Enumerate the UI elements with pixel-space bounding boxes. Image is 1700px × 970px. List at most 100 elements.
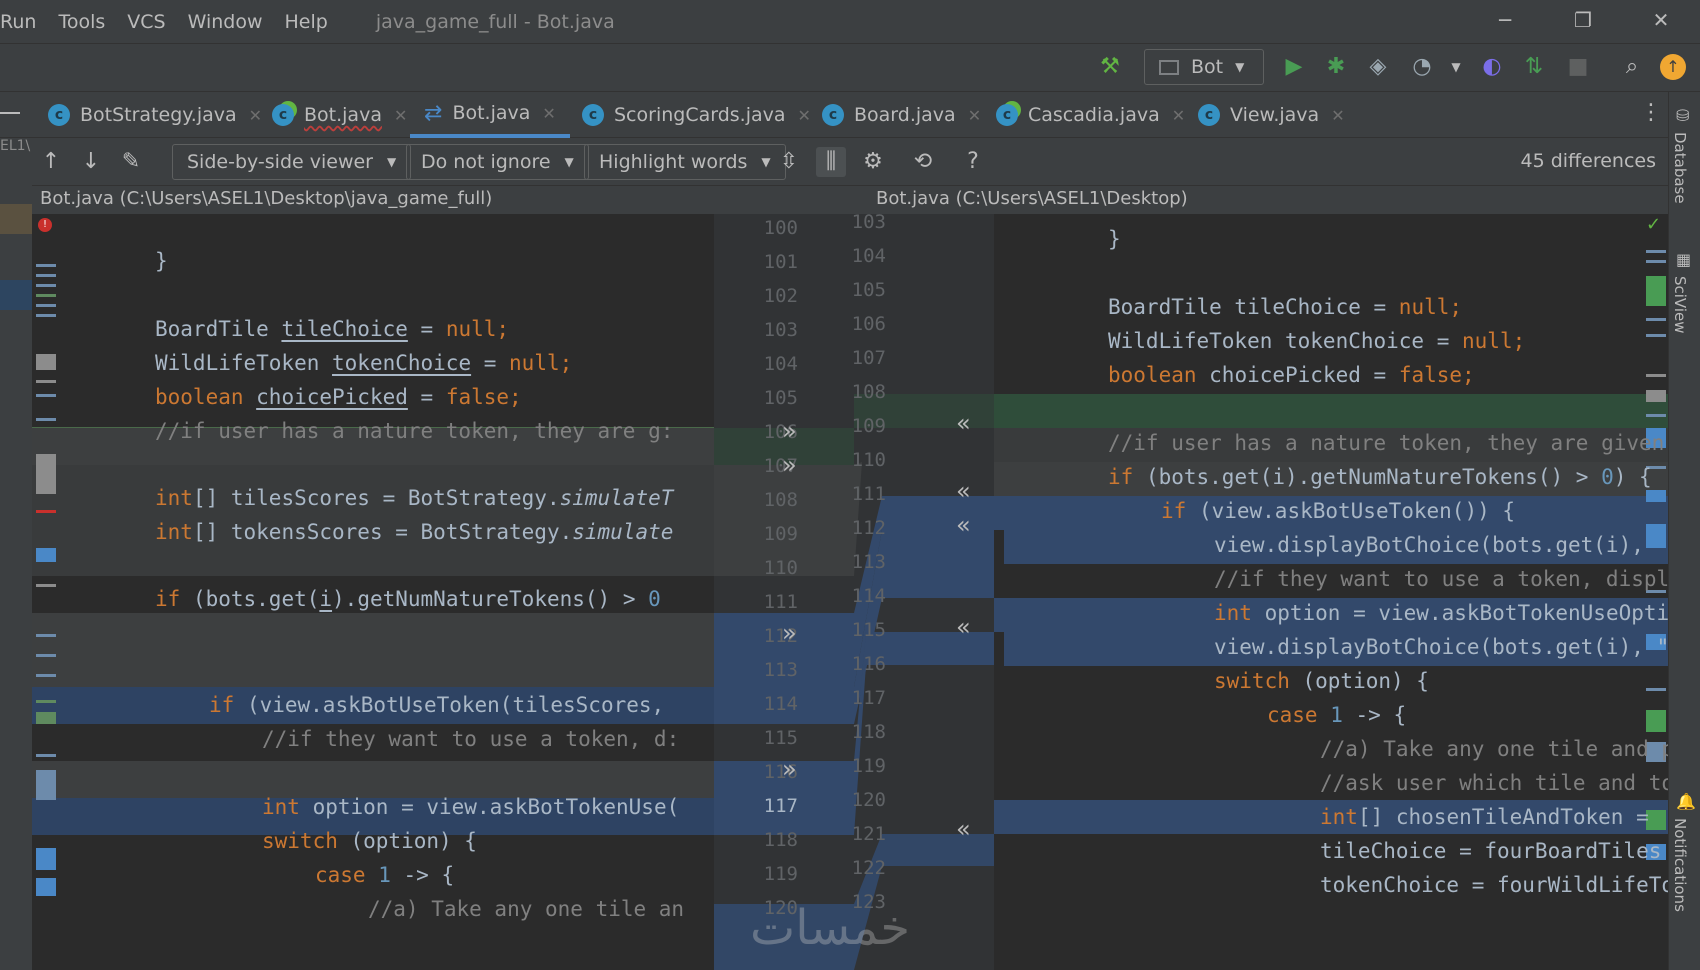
close-tab-icon[interactable]: ✕ xyxy=(394,106,407,125)
marker xyxy=(36,548,56,562)
right-file-path: Bot.java (C:\Users\ASEL1\Desktop) xyxy=(876,188,1188,209)
right-line-number: 105 xyxy=(851,279,886,301)
apply-left-icon[interactable]: « xyxy=(956,609,971,646)
code-line: } xyxy=(1108,227,1121,251)
right-editor-pane[interactable]: ✓ } BoardTile tileChoice = null; WildLif… xyxy=(994,214,1668,970)
close-tab-icon[interactable]: ✕ xyxy=(798,106,811,125)
ignore-whitespace-dropdown[interactable]: Do not ignore ▼ xyxy=(406,144,589,180)
apply-right-icon[interactable]: » xyxy=(782,447,797,484)
code-token: i xyxy=(319,587,333,611)
search-icon[interactable]: ⌕ xyxy=(1618,53,1646,81)
debug-bug-icon[interactable]: ✱ xyxy=(1322,53,1350,81)
code-line: //a) Take any one tile an xyxy=(368,897,685,921)
open-in-window-icon[interactable]: ⟲ xyxy=(908,147,938,177)
code-token: if xyxy=(1108,465,1134,489)
close-tab-icon[interactable]: ✕ xyxy=(542,104,555,123)
menu-tools[interactable]: Tools xyxy=(58,11,105,33)
marker xyxy=(36,380,56,383)
code-token: = xyxy=(407,385,446,409)
right-line-number: 121 xyxy=(851,823,886,845)
minimize-button[interactable]: ─ xyxy=(1466,0,1544,44)
collapse-unchanged-icon[interactable]: ⇳ xyxy=(774,147,804,177)
settings-gear-icon[interactable]: ⚙ xyxy=(858,147,888,177)
code-token: case xyxy=(315,863,379,887)
apply-right-icon[interactable]: » xyxy=(782,751,797,788)
code-token: null xyxy=(445,317,497,341)
build-hammer-icon[interactable]: ⚒ xyxy=(1096,53,1124,81)
coverage-shield-icon[interactable]: ◈ xyxy=(1364,53,1392,81)
profiler-chevron-down-icon[interactable]: ▼ xyxy=(1442,53,1470,81)
main-toolbar: ⚒ Bot ▼ ▶ ✱ ◈ ◔ ▼ ◐ ⇅ ■ ⌕ ↑ xyxy=(0,44,1700,92)
marker xyxy=(1646,250,1666,253)
menu-window[interactable]: Window xyxy=(188,11,263,33)
code-line: } xyxy=(155,249,168,273)
highlight-mode-dropdown[interactable]: Highlight words ▼ xyxy=(584,144,786,180)
right-line-number: 104 xyxy=(851,245,886,267)
tab-scoringcards-java[interactable]: c ScoringCards.java ✕ xyxy=(582,92,811,138)
tab-bot-java[interactable]: c Bot.java ✕ xyxy=(272,92,407,138)
left-strip-marker xyxy=(0,204,32,234)
right-line-number: 113 xyxy=(851,551,886,573)
apply-left-icon[interactable]: « xyxy=(956,507,971,544)
editor-tabs: c BotStrategy.java ✕ c Bot.java ✕ ⇄ Bot.… xyxy=(0,92,1668,138)
run-config-dropdown[interactable]: Bot ▼ xyxy=(1144,49,1264,85)
close-tab-icon[interactable]: ✕ xyxy=(1172,106,1185,125)
code-line: tileChoice = fourBoardTiles xyxy=(1320,839,1662,863)
menu-vcs[interactable]: VCS xyxy=(127,11,165,33)
marker xyxy=(1646,260,1666,263)
code-token: tokenChoice xyxy=(332,351,472,375)
sciview-tool-button[interactable]: SciView xyxy=(1671,276,1689,334)
rerun-tests-icon[interactable]: ⇅ xyxy=(1520,53,1548,81)
next-difference-icon[interactable]: ↓ xyxy=(76,147,106,177)
apply-left-icon[interactable]: « xyxy=(956,811,971,848)
marker xyxy=(1646,710,1666,732)
code-line: if (bots.get(i).getNumNatureTokens() > 0 xyxy=(155,581,661,618)
left-line-number: 119 xyxy=(763,863,798,885)
close-tab-icon[interactable]: ✕ xyxy=(968,106,981,125)
right-line-number: 119 xyxy=(851,755,886,777)
tab-menu-dash-icon[interactable] xyxy=(0,112,20,114)
more-tabs-icon[interactable]: ⋮ xyxy=(1640,100,1662,125)
apply-right-icon[interactable]: » xyxy=(782,615,797,652)
restore-button[interactable]: ❐ xyxy=(1544,0,1622,44)
tab-board-java[interactable]: c Board.java ✕ xyxy=(822,92,981,138)
close-tab-icon[interactable]: ✕ xyxy=(249,106,262,125)
marker xyxy=(36,634,56,637)
tab-botstrategy-java[interactable]: c BotStrategy.java ✕ xyxy=(48,92,262,138)
chevron-down-icon: ▼ xyxy=(564,155,574,169)
sync-scroll-icon[interactable]: ⫼ xyxy=(816,147,846,177)
code-line: BoardTile tileChoice = null; xyxy=(155,311,509,348)
apply-right-icon[interactable]: » xyxy=(782,413,797,450)
update-icon[interactable]: ↑ xyxy=(1660,54,1686,80)
close-window-button[interactable]: ✕ xyxy=(1622,0,1700,44)
right-line-number: 122 xyxy=(851,857,886,879)
marker xyxy=(36,848,56,870)
code-line: WildLifeToken tokenChoice = null; xyxy=(1108,323,1525,360)
run-icon[interactable]: ▶ xyxy=(1280,53,1308,81)
apply-left-icon[interactable]: « xyxy=(956,405,971,442)
profiler-icon[interactable]: ◔ xyxy=(1408,53,1436,81)
file-path-bar: Bot.java (C:\Users\ASEL1\Desktop\java_ga… xyxy=(32,186,1668,214)
apply-left-icon[interactable]: « xyxy=(956,473,971,510)
stop-icon[interactable]: ■ xyxy=(1564,53,1592,81)
tab-bot-java-diff[interactable]: ⇄ Bot.java ✕ xyxy=(410,92,570,138)
left-editor-pane[interactable]: ! } BoardTile tileChoice = null; WildLif… xyxy=(32,214,714,970)
code-line: WildLifeToken tokenChoice = null; xyxy=(155,345,572,382)
edit-source-icon[interactable]: ✎ xyxy=(116,147,146,177)
menu-help[interactable]: Help xyxy=(285,11,328,33)
left-tool-strip: EL1\ xyxy=(0,138,32,970)
close-tab-icon[interactable]: ✕ xyxy=(1331,106,1344,125)
code-line: //a) Take any one tile and p xyxy=(1320,737,1668,761)
tab-cascadia-java[interactable]: c Cascadia.java ✕ xyxy=(996,92,1185,138)
tab-view-java[interactable]: c View.java ✕ xyxy=(1198,92,1345,138)
code-token: null xyxy=(1462,329,1513,353)
previous-difference-icon[interactable]: ↑ xyxy=(36,147,66,177)
notifications-tool-button[interactable]: Notifications xyxy=(1671,818,1689,912)
viewer-mode-dropdown[interactable]: Side-by-side viewer ▼ xyxy=(172,144,412,180)
java-main-class-icon: c xyxy=(272,104,294,126)
code-token: option = view.askBotTokenUse( xyxy=(299,795,680,819)
menu-run[interactable]: Run xyxy=(0,11,36,33)
help-icon[interactable]: ? xyxy=(958,147,988,177)
attach-debugger-icon[interactable]: ◐ xyxy=(1478,53,1506,81)
database-tool-button[interactable]: Database xyxy=(1671,132,1689,204)
